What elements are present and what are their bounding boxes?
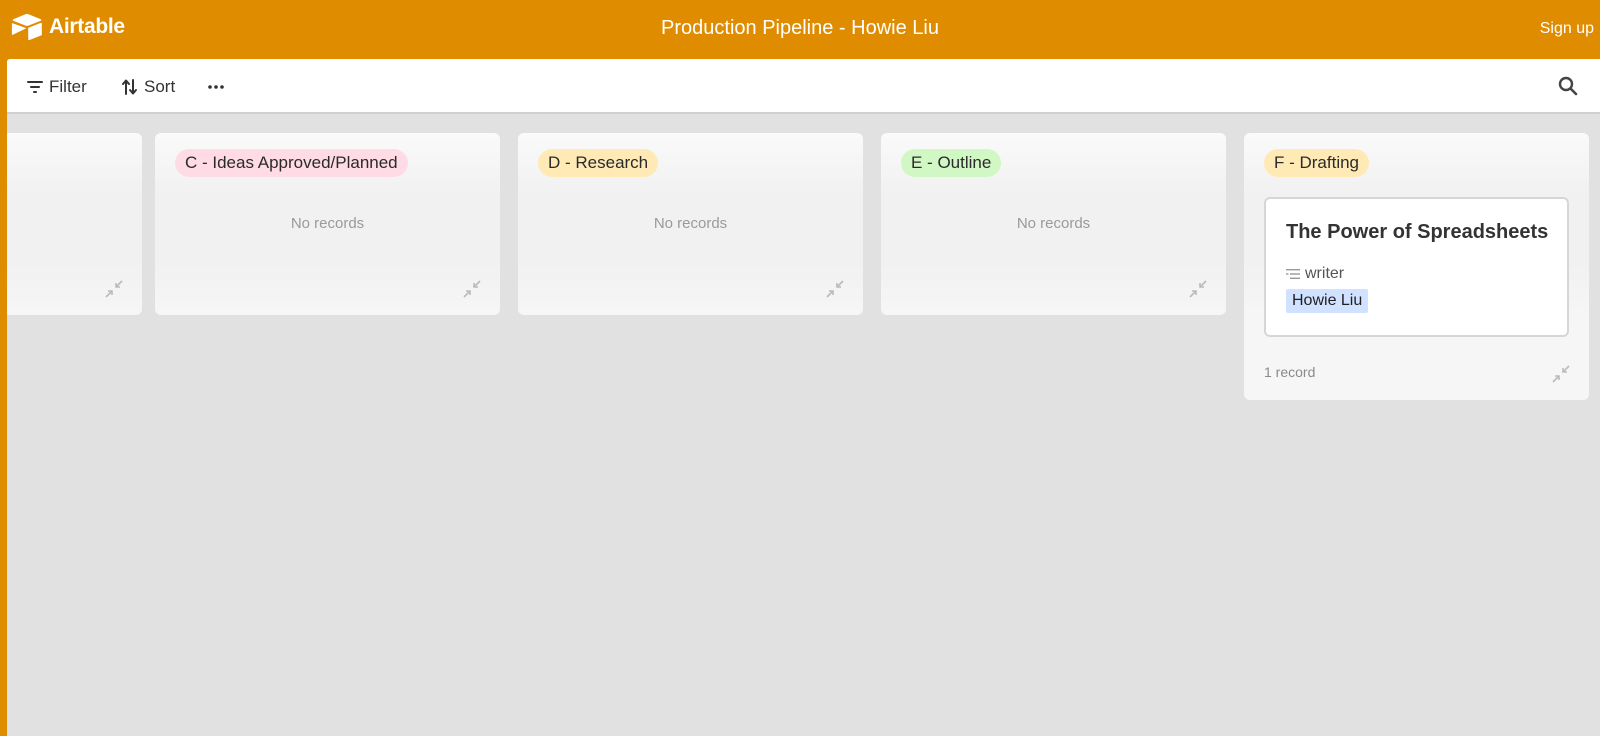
more-options-button[interactable]	[207, 75, 225, 99]
record-card[interactable]: The Power of Spreadsheets writer Howie L…	[1264, 197, 1569, 337]
field-label-text: writer	[1305, 265, 1345, 282]
sort-label: Sort	[144, 77, 176, 96]
more-horizontal-icon	[208, 85, 224, 89]
stage-label: E - Outline	[901, 149, 1002, 177]
kanban-board: C - Ideas Approved/Planned No records D …	[7, 116, 1600, 736]
stage-label: D - Research	[538, 149, 659, 177]
kanban-column-partial	[7, 133, 142, 315]
stage-label: F - Drafting	[1264, 149, 1370, 177]
app-header: Airtable Production Pipeline - Howie Liu…	[0, 0, 1600, 59]
kanban-column-drafting: F - Drafting The Power of Spreadsheets w…	[1244, 133, 1589, 400]
filter-button[interactable]: Filter	[27, 75, 87, 99]
sort-icon	[122, 79, 137, 95]
sign-up-link[interactable]: Sign up	[1540, 20, 1594, 38]
card-title: The Power of Spreadsheets	[1286, 221, 1549, 243]
view-toolbar: Filter Sort	[7, 59, 1600, 114]
empty-state: No records	[653, 215, 728, 232]
filter-label: Filter	[49, 77, 87, 96]
collapse-icon[interactable]	[462, 279, 482, 299]
filter-icon	[27, 81, 43, 93]
kanban-column-ideas-approved: C - Ideas Approved/Planned No records	[155, 133, 500, 315]
search-button[interactable]	[1558, 76, 1578, 101]
text-field-icon	[1286, 269, 1300, 279]
kanban-column-research: D - Research No records	[518, 133, 863, 315]
stage-label: C - Ideas Approved/Planned	[175, 149, 408, 177]
page-title: Production Pipeline - Howie Liu	[661, 17, 939, 39]
empty-state: No records	[290, 215, 365, 232]
sort-button[interactable]: Sort	[122, 75, 175, 99]
writer-chip: Howie Liu	[1286, 289, 1369, 313]
collapse-icon[interactable]	[104, 279, 124, 299]
record-count: 1 record	[1264, 364, 1316, 380]
kanban-column-outline: E - Outline No records	[881, 133, 1226, 315]
search-icon	[1558, 76, 1578, 96]
collapse-icon[interactable]	[825, 279, 845, 299]
collapse-icon[interactable]	[1188, 279, 1208, 299]
collapse-icon[interactable]	[1551, 364, 1571, 384]
field-label: writer	[1286, 265, 1344, 283]
empty-state: No records	[1016, 215, 1091, 232]
view-frame: Filter Sort C - Ideas Approved/Planned N…	[7, 59, 1600, 736]
